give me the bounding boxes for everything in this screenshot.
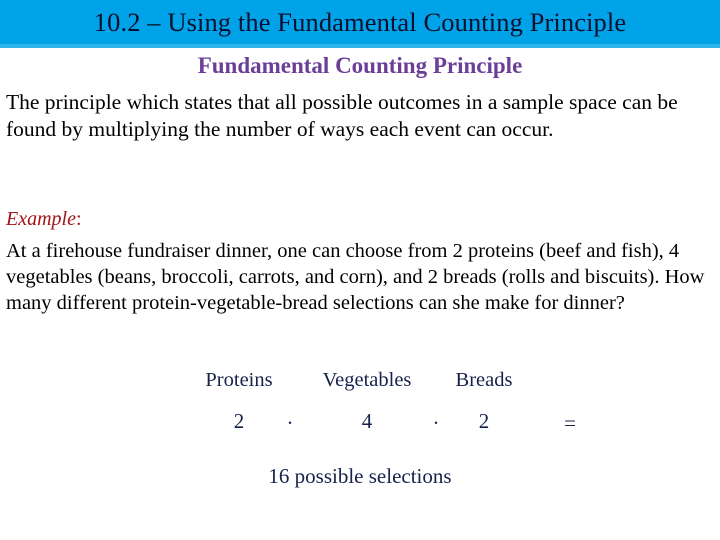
result-text: 16 possible selections (268, 464, 452, 488)
column-header-proteins: Proteins (205, 369, 273, 391)
computation-header-row: Proteins Vegetables Breads (0, 370, 720, 402)
example-label-colon: : (75, 208, 82, 230)
value-breads: 2 (478, 409, 490, 433)
title-banner-underline (0, 44, 720, 48)
example-paragraph: At a firehouse fundraiser dinner, one ca… (6, 240, 705, 314)
equals-operator-icon: = (564, 411, 576, 435)
column-header-breads: Breads (455, 369, 513, 391)
column-header-vegetables: Vegetables (322, 369, 412, 391)
definition-paragraph: The principle which states that all poss… (6, 90, 678, 141)
example-label: Example: (6, 209, 82, 229)
computation-value-row: 2 · 4 · 2 = (0, 411, 720, 443)
section-subtitle: Fundamental Counting Principle (197, 53, 523, 78)
title-banner: 10.2 – Using the Fundamental Counting Pr… (0, 0, 720, 44)
example-label-text: Example (6, 208, 76, 230)
computation-table: Proteins Vegetables Breads 2 · 4 · 2 = (0, 370, 720, 443)
slide-title: 10.2 – Using the Fundamental Counting Pr… (93, 6, 627, 37)
